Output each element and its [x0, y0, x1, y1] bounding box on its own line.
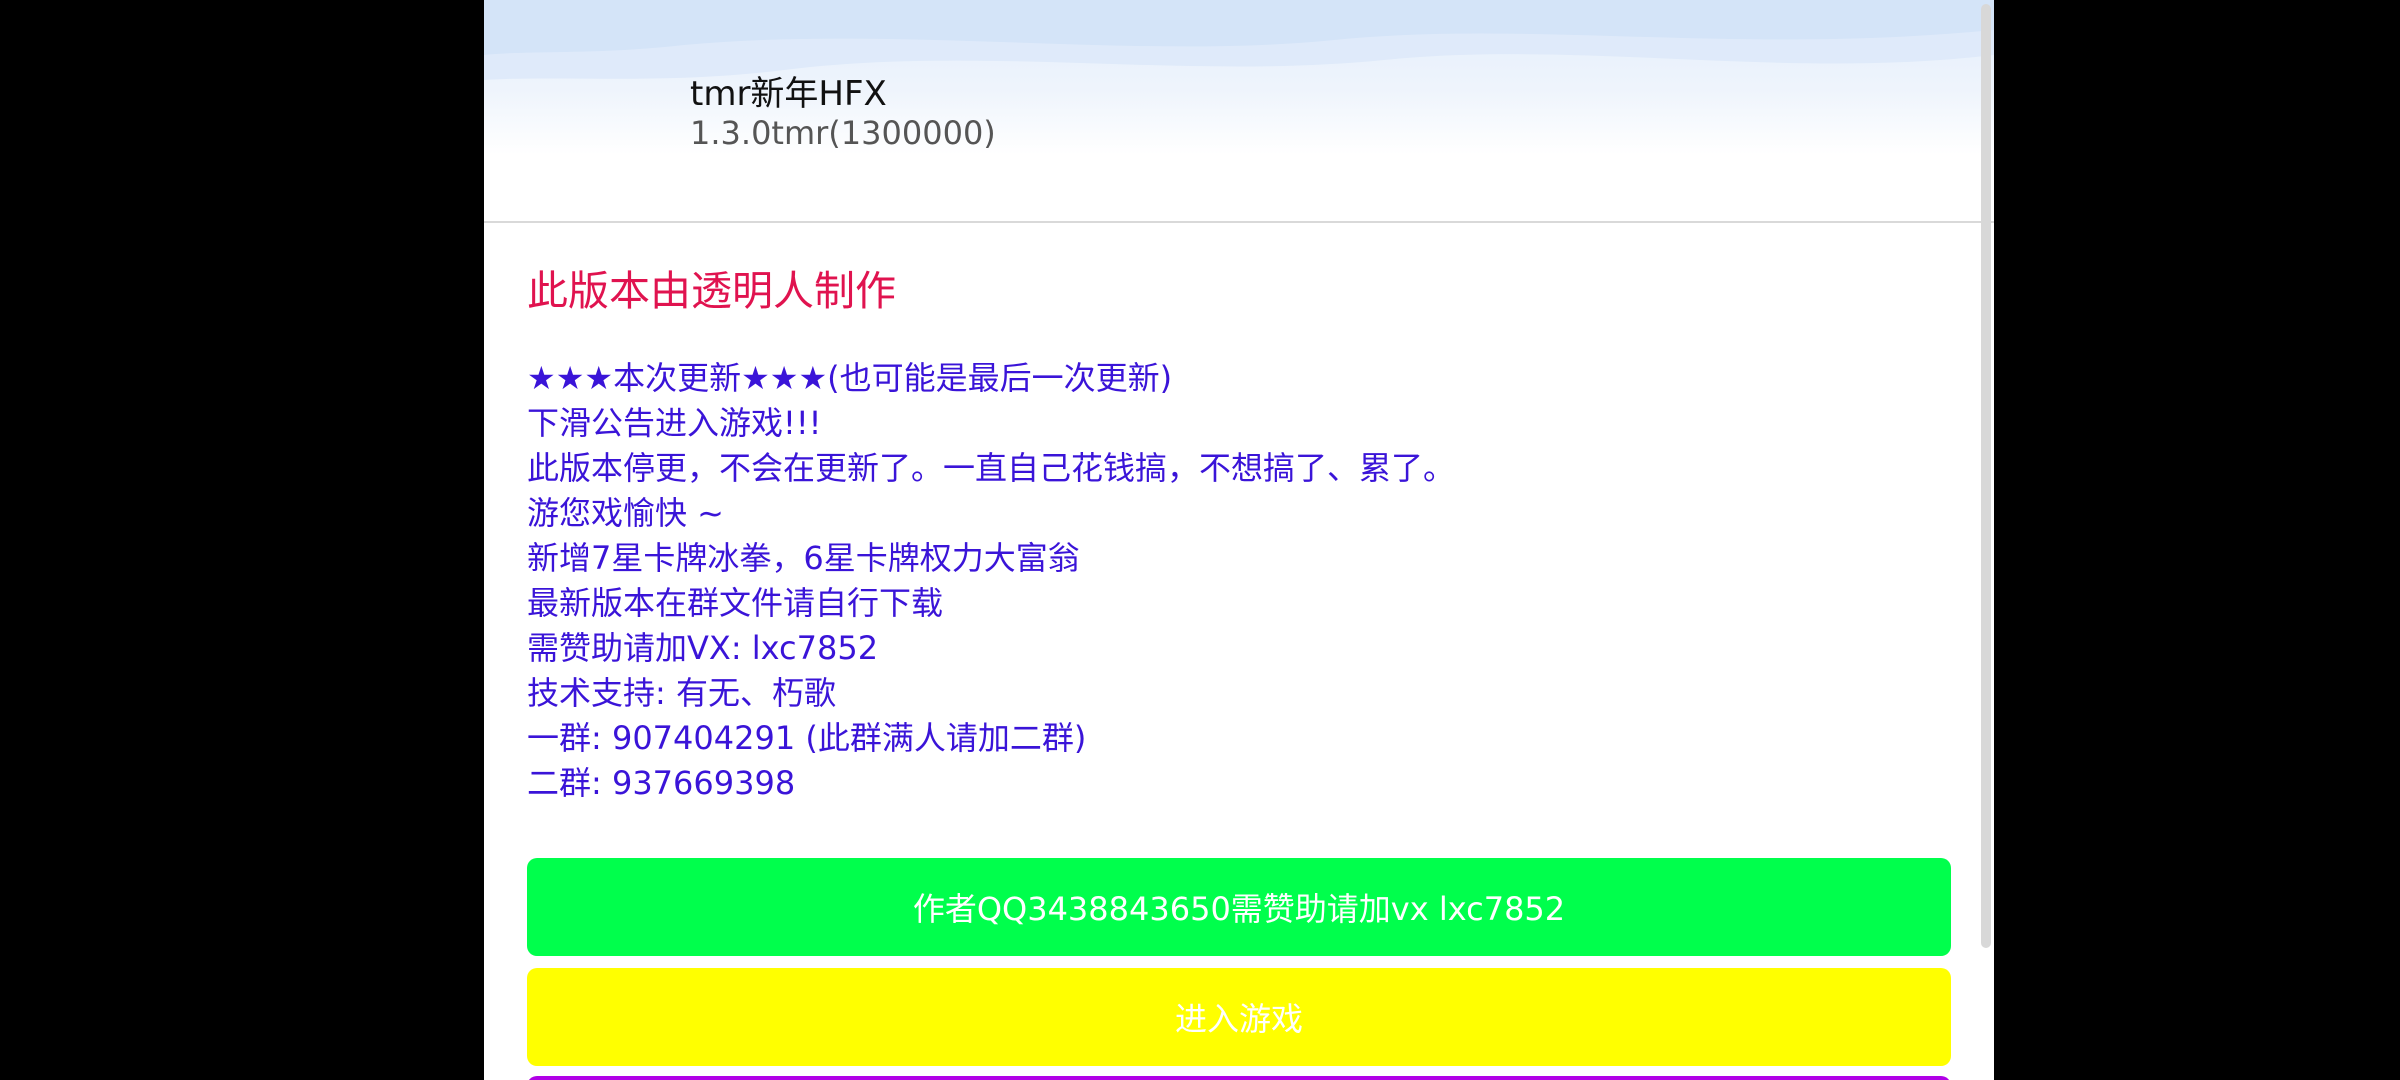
notice-line: 二群: 937669398 — [527, 764, 796, 802]
notice-line: 此版本停更，不会在更新了。一直自己花钱搞，不想搞了、累了。 — [527, 449, 1456, 487]
partial-purple-button[interactable] — [527, 1076, 1951, 1080]
notice-line: 一群: 907404291 (此群满人请加二群) — [527, 719, 1087, 757]
app-name: tmr新年HFX — [690, 74, 887, 114]
notice-line: 新增7星卡牌冰拳，6星卡牌权力大富翁 — [527, 539, 1080, 577]
announcement-dialog: tmr新年HFX 1.3.0tmr(1300000) 此版本由透明人制作 ★★★… — [484, 0, 1994, 1080]
notice-line: 下滑公告进入游戏!!! — [527, 404, 822, 442]
right-letterbox — [1994, 0, 2400, 1080]
notice-title: 此版本由透明人制作 — [527, 267, 896, 315]
notice-line: 最新版本在群文件请自行下载 — [527, 584, 944, 622]
notice-line: ★★★本次更新★★★(也可能是最后一次更新) — [527, 359, 1173, 397]
left-letterbox — [0, 0, 484, 1080]
scrollbar[interactable] — [1981, 4, 1991, 948]
dialog-header: tmr新年HFX 1.3.0tmr(1300000) — [484, 0, 1994, 223]
enter-game-button[interactable]: 进入游戏 — [527, 968, 1951, 1066]
author-contact-button[interactable]: 作者QQ3438843650需赞助请加vx lxc7852 — [527, 858, 1951, 956]
notice-content: 此版本由透明人制作 ★★★本次更新★★★(也可能是最后一次更新) 下滑公告进入游… — [527, 262, 1957, 806]
notice-line: 技术支持: 有无、朽歌 — [527, 674, 836, 712]
notice-line: 需赞助请加VX: lxc7852 — [527, 629, 879, 667]
notice-line: 游您戏愉快 ~ — [527, 494, 724, 532]
notice-lines: ★★★本次更新★★★(也可能是最后一次更新) 下滑公告进入游戏!!! 此版本停更… — [527, 356, 1957, 806]
app-version: 1.3.0tmr(1300000) — [690, 114, 996, 152]
